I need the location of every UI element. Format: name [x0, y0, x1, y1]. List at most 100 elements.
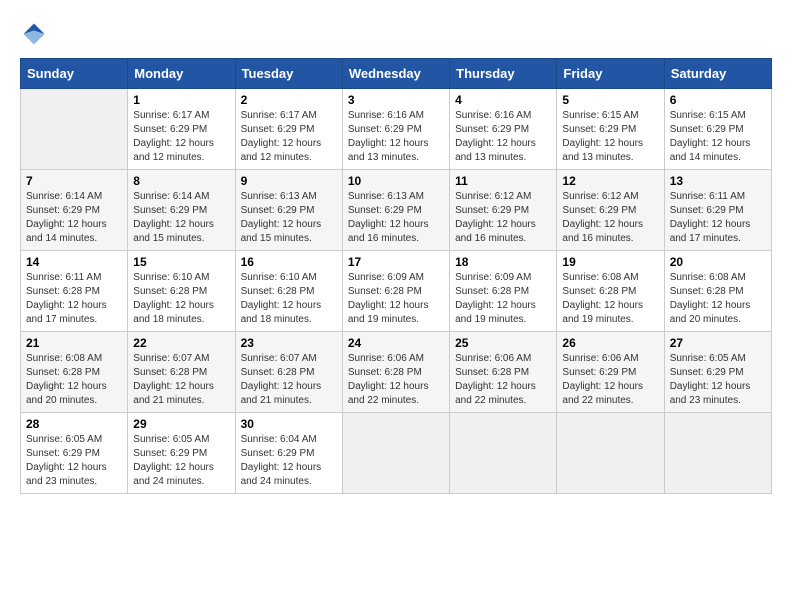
day-number: 13	[670, 174, 766, 188]
calendar-cell: 13 Sunrise: 6:11 AMSunset: 6:29 PMDayligh…	[664, 170, 771, 251]
calendar-cell	[450, 413, 557, 494]
calendar-cell: 21 Sunrise: 6:08 AMSunset: 6:28 PMDayligh…	[21, 332, 128, 413]
calendar-cell: 29 Sunrise: 6:05 AMSunset: 6:29 PMDayligh…	[128, 413, 235, 494]
day-number: 16	[241, 255, 337, 269]
calendar-cell: 6Sunrise: 6:15 AMSunset: 6:29 PMDaylight…	[664, 89, 771, 170]
day-info: Sunrise: 6:17 AMSunset: 6:29 PMDaylight:…	[241, 109, 337, 165]
calendar-cell: 25 Sunrise: 6:06 AMSunset: 6:28 PMDayligh…	[450, 332, 557, 413]
calendar-cell: 16 Sunrise: 6:10 AMSunset: 6:28 PMDayligh…	[235, 251, 342, 332]
day-info: Sunrise: 6:12 AMSunset: 6:29 PMDaylight:…	[562, 190, 658, 246]
day-info: Sunrise: 6:16 AMSunset: 6:29 PMDaylight:…	[455, 109, 551, 165]
calendar-cell: 3 Sunrise: 6:16 AMSunset: 6:29 PMDaylight…	[342, 89, 449, 170]
day-number: 10	[348, 174, 444, 188]
calendar-cell: 1 Sunrise: 6:17 AMSunset: 6:29 PMDaylight…	[128, 89, 235, 170]
logo	[20, 20, 52, 48]
day-number: 28	[26, 417, 122, 431]
calendar-cell: 18Sunrise: 6:09 AMSunset: 6:28 PMDayligh…	[450, 251, 557, 332]
calendar-cell: 19 Sunrise: 6:08 AMSunset: 6:28 PMDayligh…	[557, 251, 664, 332]
header-friday: Friday	[557, 59, 664, 89]
day-number: 4	[455, 93, 551, 107]
day-info: Sunrise: 6:07 AMSunset: 6:28 PMDaylight:…	[241, 352, 337, 408]
calendar-cell	[557, 413, 664, 494]
day-number: 25	[455, 336, 551, 350]
day-info: Sunrise: 6:08 AMSunset: 6:28 PMDaylight:…	[26, 352, 122, 408]
calendar-cell: 14Sunrise: 6:11 AMSunset: 6:28 PMDayligh…	[21, 251, 128, 332]
week-row-5: 28 Sunrise: 6:05 AMSunset: 6:29 PMDayligh…	[21, 413, 772, 494]
day-number: 3	[348, 93, 444, 107]
calendar-cell: 26 Sunrise: 6:06 AMSunset: 6:29 PMDayligh…	[557, 332, 664, 413]
day-info: Sunrise: 6:06 AMSunset: 6:28 PMDaylight:…	[348, 352, 444, 408]
day-info: Sunrise: 6:17 AMSunset: 6:29 PMDaylight:…	[133, 109, 229, 165]
week-row-1: 1 Sunrise: 6:17 AMSunset: 6:29 PMDaylight…	[21, 89, 772, 170]
day-info: Sunrise: 6:08 AMSunset: 6:28 PMDaylight:…	[562, 271, 658, 327]
day-number: 27	[670, 336, 766, 350]
calendar-cell: 8 Sunrise: 6:14 AMSunset: 6:29 PMDaylight…	[128, 170, 235, 251]
day-info: Sunrise: 6:05 AMSunset: 6:29 PMDaylight:…	[26, 433, 122, 489]
day-number: 1	[133, 93, 229, 107]
day-info: Sunrise: 6:14 AMSunset: 6:29 PMDaylight:…	[133, 190, 229, 246]
calendar-body: 1 Sunrise: 6:17 AMSunset: 6:29 PMDaylight…	[21, 89, 772, 494]
day-info: Sunrise: 6:11 AMSunset: 6:28 PMDaylight:…	[26, 271, 122, 327]
day-info: Sunrise: 6:10 AMSunset: 6:28 PMDaylight:…	[133, 271, 229, 327]
days-of-week-row: SundayMondayTuesdayWednesdayThursdayFrid…	[21, 59, 772, 89]
day-number: 19	[562, 255, 658, 269]
day-info: Sunrise: 6:13 AMSunset: 6:29 PMDaylight:…	[241, 190, 337, 246]
day-number: 17	[348, 255, 444, 269]
day-info: Sunrise: 6:16 AMSunset: 6:29 PMDaylight:…	[348, 109, 444, 165]
day-number: 29	[133, 417, 229, 431]
day-info: Sunrise: 6:10 AMSunset: 6:28 PMDaylight:…	[241, 271, 337, 327]
day-info: Sunrise: 6:05 AMSunset: 6:29 PMDaylight:…	[670, 352, 766, 408]
day-number: 15	[133, 255, 229, 269]
header-saturday: Saturday	[664, 59, 771, 89]
header-sunday: Sunday	[21, 59, 128, 89]
day-number: 8	[133, 174, 229, 188]
calendar-cell: 10 Sunrise: 6:13 AMSunset: 6:29 PMDayligh…	[342, 170, 449, 251]
day-info: Sunrise: 6:09 AMSunset: 6:28 PMDaylight:…	[455, 271, 551, 327]
calendar-cell: 9 Sunrise: 6:13 AMSunset: 6:29 PMDaylight…	[235, 170, 342, 251]
day-number: 7	[26, 174, 122, 188]
calendar-cell: 28 Sunrise: 6:05 AMSunset: 6:29 PMDayligh…	[21, 413, 128, 494]
day-info: Sunrise: 6:15 AMSunset: 6:29 PMDaylight:…	[562, 109, 658, 165]
calendar-cell: 27 Sunrise: 6:05 AMSunset: 6:29 PMDayligh…	[664, 332, 771, 413]
calendar-cell: 30 Sunrise: 6:04 AMSunset: 6:29 PMDayligh…	[235, 413, 342, 494]
day-number: 6	[670, 93, 766, 107]
day-number: 12	[562, 174, 658, 188]
day-number: 30	[241, 417, 337, 431]
day-number: 26	[562, 336, 658, 350]
calendar-cell: 12 Sunrise: 6:12 AMSunset: 6:29 PMDayligh…	[557, 170, 664, 251]
day-info: Sunrise: 6:08 AMSunset: 6:28 PMDaylight:…	[670, 271, 766, 327]
calendar-cell: 22 Sunrise: 6:07 AMSunset: 6:28 PMDayligh…	[128, 332, 235, 413]
day-info: Sunrise: 6:04 AMSunset: 6:29 PMDaylight:…	[241, 433, 337, 489]
calendar-cell: 11Sunrise: 6:12 AMSunset: 6:29 PMDayligh…	[450, 170, 557, 251]
header-tuesday: Tuesday	[235, 59, 342, 89]
week-row-3: 14Sunrise: 6:11 AMSunset: 6:28 PMDayligh…	[21, 251, 772, 332]
day-info: Sunrise: 6:13 AMSunset: 6:29 PMDaylight:…	[348, 190, 444, 246]
day-info: Sunrise: 6:14 AMSunset: 6:29 PMDaylight:…	[26, 190, 122, 246]
day-info: Sunrise: 6:06 AMSunset: 6:28 PMDaylight:…	[455, 352, 551, 408]
day-info: Sunrise: 6:05 AMSunset: 6:29 PMDaylight:…	[133, 433, 229, 489]
calendar-cell	[664, 413, 771, 494]
header-thursday: Thursday	[450, 59, 557, 89]
header-monday: Monday	[128, 59, 235, 89]
calendar-cell: 7 Sunrise: 6:14 AMSunset: 6:29 PMDaylight…	[21, 170, 128, 251]
calendar-cell	[342, 413, 449, 494]
day-info: Sunrise: 6:11 AMSunset: 6:29 PMDaylight:…	[670, 190, 766, 246]
day-number: 23	[241, 336, 337, 350]
day-number: 5	[562, 93, 658, 107]
day-info: Sunrise: 6:12 AMSunset: 6:29 PMDaylight:…	[455, 190, 551, 246]
day-number: 21	[26, 336, 122, 350]
week-row-4: 21 Sunrise: 6:08 AMSunset: 6:28 PMDayligh…	[21, 332, 772, 413]
calendar-cell: 24Sunrise: 6:06 AMSunset: 6:28 PMDayligh…	[342, 332, 449, 413]
calendar-cell: 4 Sunrise: 6:16 AMSunset: 6:29 PMDaylight…	[450, 89, 557, 170]
day-info: Sunrise: 6:07 AMSunset: 6:28 PMDaylight:…	[133, 352, 229, 408]
calendar-cell: 5 Sunrise: 6:15 AMSunset: 6:29 PMDaylight…	[557, 89, 664, 170]
calendar-cell: 15 Sunrise: 6:10 AMSunset: 6:28 PMDayligh…	[128, 251, 235, 332]
day-number: 22	[133, 336, 229, 350]
calendar-cell	[21, 89, 128, 170]
logo-icon	[20, 20, 48, 48]
day-number: 2	[241, 93, 337, 107]
calendar-table: SundayMondayTuesdayWednesdayThursdayFrid…	[20, 58, 772, 494]
calendar-cell: 23 Sunrise: 6:07 AMSunset: 6:28 PMDayligh…	[235, 332, 342, 413]
day-info: Sunrise: 6:06 AMSunset: 6:29 PMDaylight:…	[562, 352, 658, 408]
day-number: 9	[241, 174, 337, 188]
